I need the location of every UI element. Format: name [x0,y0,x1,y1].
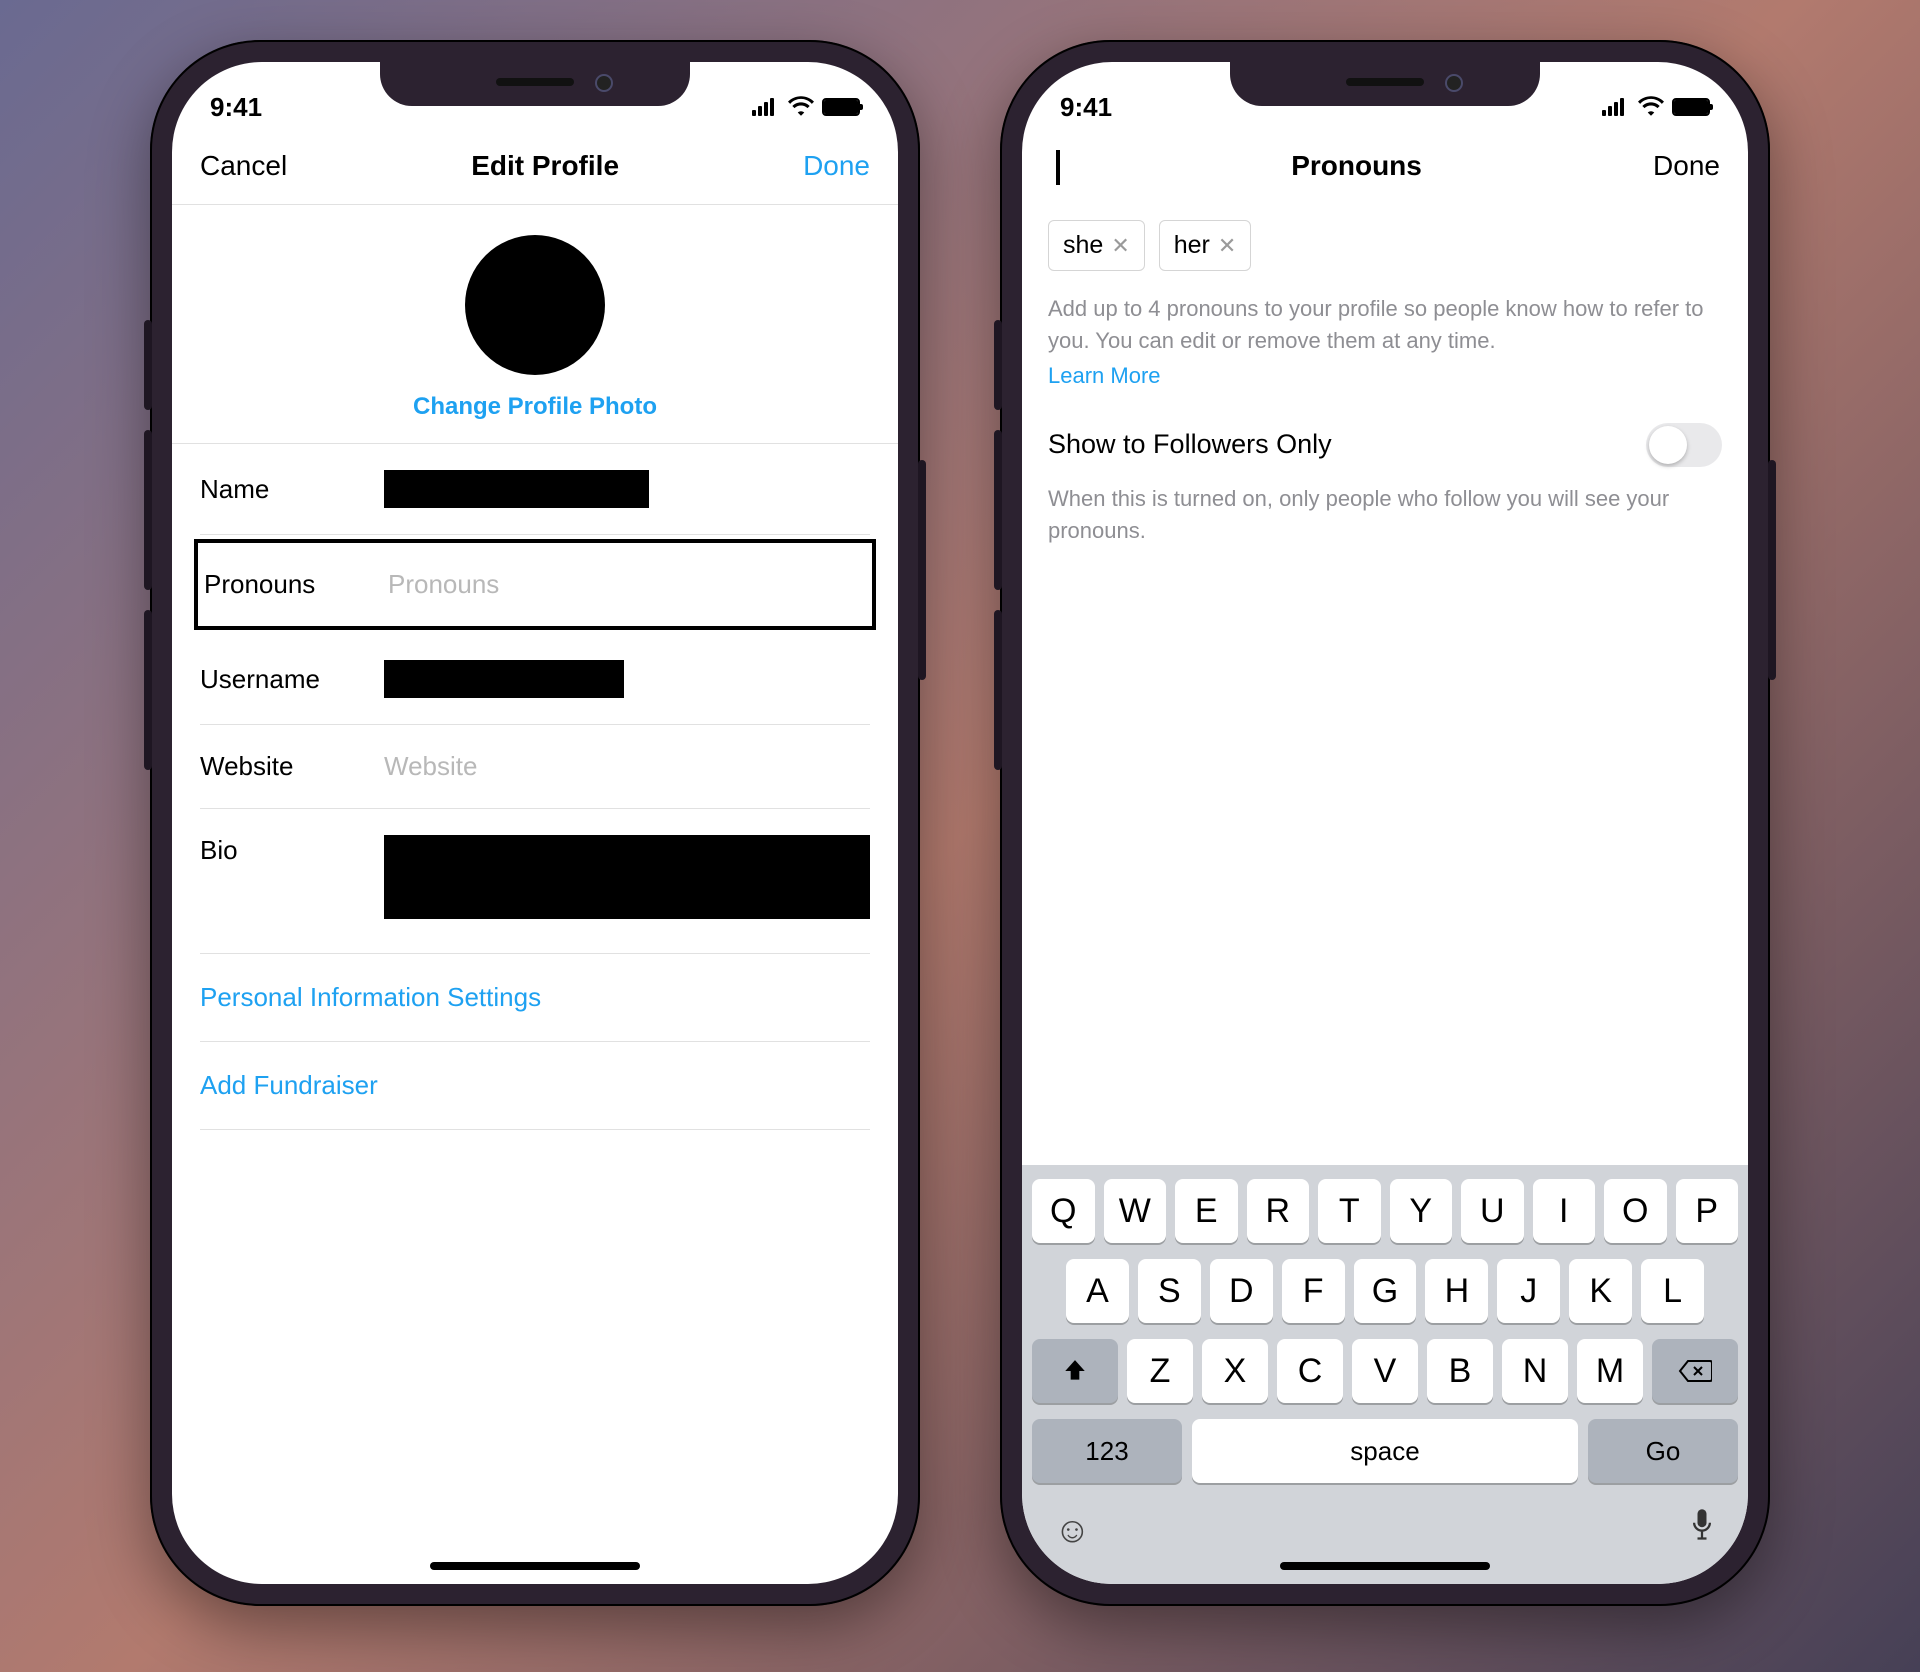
username-value-redacted [384,660,624,698]
bio-value-redacted [384,835,870,919]
pronouns-highlight: Pronouns Pronouns [194,539,876,630]
key-space[interactable]: space [1192,1419,1578,1483]
key-d[interactable]: D [1210,1259,1273,1323]
key-i[interactable]: I [1533,1179,1596,1243]
personal-info-settings-link[interactable]: Personal Information Settings [200,954,870,1042]
key-r[interactable]: R [1247,1179,1310,1243]
notch [380,62,690,106]
pronoun-chip-she[interactable]: she ✕ [1048,220,1145,271]
website-placeholder: Website [384,751,870,782]
keyboard-row-1: Q W E R T Y U I O P [1032,1179,1738,1243]
done-button[interactable]: Done [803,150,870,182]
followers-only-label: Show to Followers Only [1048,429,1332,460]
pronoun-chips: she ✕ her ✕ [1048,220,1722,271]
page-title: Pronouns [1291,150,1422,182]
key-e[interactable]: E [1175,1179,1238,1243]
microphone-icon[interactable] [1688,1507,1716,1552]
key-l[interactable]: L [1641,1259,1704,1323]
key-q[interactable]: Q [1032,1179,1095,1243]
back-button[interactable] [1050,150,1060,182]
edit-profile-navbar: Cancel Edit Profile Done [172,132,898,205]
key-b[interactable]: B [1427,1339,1493,1403]
done-button[interactable]: Done [1653,150,1720,182]
website-label: Website [200,751,360,782]
key-numbers[interactable]: 123 [1032,1419,1182,1483]
help-text: Add up to 4 pronouns to your profile so … [1048,293,1722,357]
remove-icon[interactable]: ✕ [1218,233,1236,259]
key-a[interactable]: A [1066,1259,1129,1323]
bio-label: Bio [200,835,360,866]
keyboard-row-space: 123 space Go [1032,1419,1738,1483]
notch [1230,62,1540,106]
change-photo-link[interactable]: Change Profile Photo [172,393,898,421]
key-y[interactable]: Y [1390,1179,1453,1243]
name-row[interactable]: Name [200,444,870,535]
key-m[interactable]: M [1577,1339,1643,1403]
keyboard: Q W E R T Y U I O P A S D F G H J K L [1022,1165,1748,1584]
cellular-icon [752,98,780,116]
cancel-button[interactable]: Cancel [200,150,287,182]
remove-icon[interactable]: ✕ [1111,233,1129,259]
key-s[interactable]: S [1138,1259,1201,1323]
avatar[interactable] [465,235,605,375]
bio-row[interactable]: Bio [200,809,870,954]
phone-right: 9:41 Pronouns Done she ✕ her [1000,40,1770,1606]
followers-only-row: Show to Followers Only [1048,389,1722,483]
pronouns-row[interactable]: Pronouns Pronouns [204,543,866,626]
key-g[interactable]: G [1354,1259,1417,1323]
key-x[interactable]: X [1202,1339,1268,1403]
key-p[interactable]: P [1676,1179,1739,1243]
phone-left: 9:41 Cancel Edit Profile Done Change Pro… [150,40,920,1606]
key-c[interactable]: C [1277,1339,1343,1403]
keyboard-row-2: A S D F G H J K L [1032,1259,1738,1323]
emoji-icon[interactable]: ☺ [1054,1509,1091,1551]
wifi-icon [1638,92,1664,123]
key-f[interactable]: F [1282,1259,1345,1323]
pronouns-placeholder: Pronouns [388,569,866,600]
name-value-redacted [384,470,649,508]
keyboard-row-3: Z X C V B N M [1032,1339,1738,1403]
key-backspace[interactable] [1652,1339,1738,1403]
website-row[interactable]: Website Website [200,725,870,809]
key-shift[interactable] [1032,1339,1118,1403]
status-time: 9:41 [1060,92,1112,123]
key-k[interactable]: K [1569,1259,1632,1323]
followers-only-toggle[interactable] [1646,423,1722,467]
key-o[interactable]: O [1604,1179,1667,1243]
key-z[interactable]: Z [1127,1339,1193,1403]
battery-icon [1672,98,1710,116]
home-indicator[interactable] [430,1562,640,1570]
key-w[interactable]: W [1104,1179,1167,1243]
chevron-left-icon [1056,150,1060,185]
key-n[interactable]: N [1502,1339,1568,1403]
followers-only-subtext: When this is turned on, only people who … [1048,483,1722,567]
key-v[interactable]: V [1352,1339,1418,1403]
status-time: 9:41 [210,92,262,123]
key-t[interactable]: T [1318,1179,1381,1243]
name-label: Name [200,474,360,505]
key-j[interactable]: J [1497,1259,1560,1323]
page-title: Edit Profile [471,150,619,182]
key-go[interactable]: Go [1588,1419,1738,1483]
wifi-icon [788,92,814,123]
cellular-icon [1602,98,1630,116]
battery-icon [822,98,860,116]
pronouns-label: Pronouns [204,569,364,600]
key-u[interactable]: U [1461,1179,1524,1243]
username-row[interactable]: Username [200,634,870,725]
learn-more-link[interactable]: Learn More [1048,363,1722,389]
home-indicator[interactable] [1280,1562,1490,1570]
add-fundraiser-link[interactable]: Add Fundraiser [200,1042,870,1130]
pronouns-navbar: Pronouns Done [1022,132,1748,204]
key-h[interactable]: H [1425,1259,1488,1323]
username-label: Username [200,664,360,695]
pronoun-chip-her[interactable]: her ✕ [1159,220,1252,271]
profile-photo-section: Change Profile Photo [172,205,898,444]
